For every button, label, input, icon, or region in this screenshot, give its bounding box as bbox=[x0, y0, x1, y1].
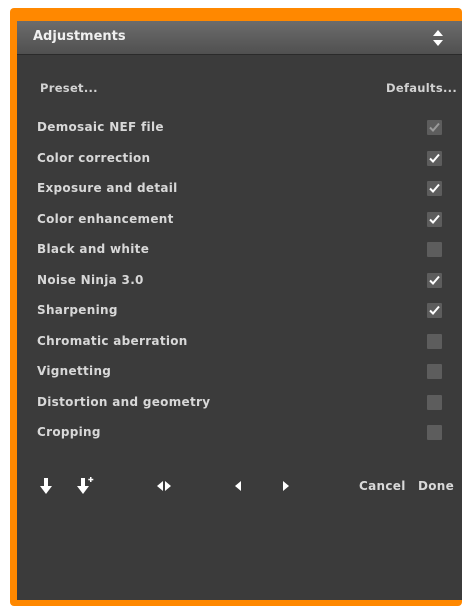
compare-icon[interactable] bbox=[156, 475, 172, 497]
step-checkbox[interactable] bbox=[427, 364, 442, 379]
updown-arrows-icon[interactable] bbox=[432, 29, 444, 47]
move-down-icon[interactable] bbox=[39, 475, 53, 497]
step-checkbox[interactable] bbox=[427, 242, 442, 257]
step-checkbox[interactable] bbox=[427, 394, 442, 410]
checkmark-icon bbox=[429, 275, 440, 285]
step-checkbox[interactable] bbox=[427, 272, 442, 288]
preset-row: Preset... Defaults... bbox=[17, 75, 462, 95]
step-checkbox[interactable] bbox=[427, 333, 442, 349]
adjustments-panel: Adjustments Preset... Defaults... Demosa… bbox=[17, 21, 462, 600]
step-row: Noise Ninja 3.0 bbox=[17, 265, 462, 296]
step-checkbox[interactable] bbox=[427, 211, 442, 227]
step-checkbox[interactable] bbox=[427, 425, 442, 440]
step-row: Black and white bbox=[17, 234, 462, 265]
checkmark-icon bbox=[429, 153, 440, 163]
step-checkbox[interactable] bbox=[427, 150, 442, 166]
preset-button[interactable]: Preset... bbox=[40, 81, 98, 95]
step-row: Exposure and detail bbox=[17, 173, 462, 204]
checkmark-icon bbox=[429, 122, 440, 132]
step-checkbox[interactable] bbox=[427, 120, 442, 135]
step-row: Sharpening bbox=[17, 295, 462, 326]
step-row: Color enhancement bbox=[17, 204, 462, 235]
checkmark-icon bbox=[429, 214, 440, 224]
next-icon[interactable] bbox=[281, 475, 291, 497]
done-button[interactable]: Done bbox=[418, 479, 454, 493]
step-label: Noise Ninja 3.0 bbox=[37, 272, 144, 287]
step-label: Sharpening bbox=[37, 303, 118, 317]
panel-title: Adjustments bbox=[33, 29, 126, 44]
step-label: Color enhancement bbox=[37, 211, 174, 226]
step-row: Cropping bbox=[17, 417, 462, 448]
step-label: Demosaic NEF file bbox=[37, 120, 164, 134]
step-row: Chromatic aberration bbox=[17, 326, 462, 357]
cancel-button[interactable]: Cancel bbox=[359, 479, 406, 493]
step-checkbox[interactable] bbox=[427, 303, 442, 318]
step-label: Chromatic aberration bbox=[37, 333, 188, 348]
defaults-button[interactable]: Defaults... bbox=[386, 81, 457, 95]
step-row: Demosaic NEF file bbox=[17, 112, 462, 143]
previous-icon[interactable] bbox=[233, 475, 243, 497]
step-label: Color correction bbox=[37, 150, 151, 165]
bottom-toolbar: Cancel Done bbox=[17, 473, 462, 499]
checkmark-icon bbox=[429, 305, 440, 315]
step-label: Black and white bbox=[37, 242, 150, 256]
panel-header[interactable]: Adjustments bbox=[17, 21, 462, 55]
step-label: Exposure and detail bbox=[37, 181, 178, 195]
step-row: Vignetting bbox=[17, 356, 462, 387]
step-row: Distortion and geometry bbox=[17, 387, 462, 418]
adjustment-steps-list: Demosaic NEF file Color correction Expos… bbox=[17, 112, 462, 448]
step-label: Distortion and geometry bbox=[37, 394, 211, 409]
checkmark-icon bbox=[429, 183, 440, 193]
step-label: Cropping bbox=[37, 425, 101, 439]
step-row: Color correction bbox=[17, 143, 462, 174]
move-down-plus-icon[interactable] bbox=[76, 475, 96, 497]
step-checkbox[interactable] bbox=[427, 181, 442, 196]
step-label: Vignetting bbox=[37, 364, 112, 378]
